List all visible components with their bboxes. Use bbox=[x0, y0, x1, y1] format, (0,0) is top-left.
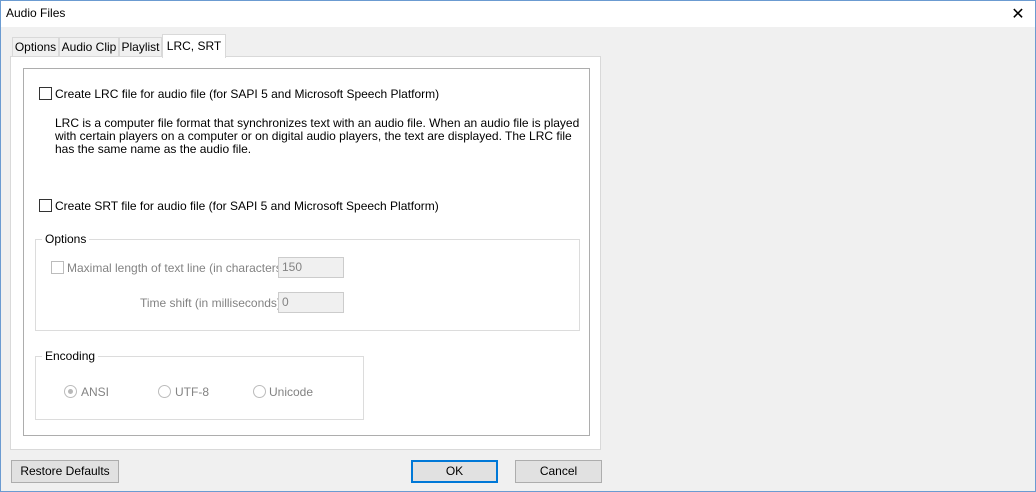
close-icon: ✕ bbox=[1011, 6, 1025, 23]
unicode-radio[interactable] bbox=[253, 385, 266, 398]
lrc-checkbox[interactable] bbox=[39, 87, 52, 100]
maxlen-input[interactable]: 150 bbox=[278, 257, 344, 278]
tab-lrc-srt[interactable]: LRC, SRT bbox=[162, 34, 226, 58]
maxlen-checkbox[interactable] bbox=[51, 261, 64, 274]
title-bar[interactable]: Audio Files ✕ bbox=[1, 1, 1035, 27]
settings-frame: Create LRC file for audio file (for SAPI… bbox=[23, 68, 590, 436]
cancel-button[interactable]: Cancel bbox=[515, 460, 602, 483]
encoding-group: Encoding ANSI UTF-8 Unicode bbox=[35, 349, 364, 420]
unicode-label: Unicode bbox=[269, 385, 314, 399]
tab-playlist[interactable]: Playlist bbox=[119, 37, 162, 57]
srt-checkbox[interactable] bbox=[39, 199, 52, 212]
restore-defaults-button[interactable]: Restore Defaults bbox=[11, 460, 119, 483]
lrc-srt-panel: Create LRC file for audio file (for SAPI… bbox=[10, 56, 601, 450]
timeshift-input[interactable]: 0 bbox=[278, 292, 344, 313]
options-group-title: Options bbox=[42, 232, 90, 246]
ok-button[interactable]: OK bbox=[411, 460, 498, 483]
lrc-description: LRC is a computer file format that synch… bbox=[55, 116, 580, 156]
encoding-group-title: Encoding bbox=[42, 349, 99, 363]
lrc-checkbox-label[interactable]: Create LRC file for audio file (for SAPI… bbox=[55, 87, 439, 101]
tab-audio-clip[interactable]: Audio Clip bbox=[59, 37, 119, 57]
ansi-radio[interactable] bbox=[64, 385, 77, 398]
utf8-label: UTF-8 bbox=[175, 385, 209, 399]
window-title: Audio Files bbox=[6, 6, 66, 20]
tab-options[interactable]: Options bbox=[12, 37, 59, 57]
audio-files-dialog: Audio Files ✕ Options Audio Clip Playlis… bbox=[0, 0, 1036, 492]
timeshift-label: Time shift (in milliseconds): bbox=[140, 296, 285, 310]
ansi-label: ANSI bbox=[81, 385, 110, 399]
maxlen-label: Maximal length of text line (in characte… bbox=[67, 261, 290, 275]
options-group: Options Maximal length of text line (in … bbox=[35, 232, 580, 331]
close-button[interactable]: ✕ bbox=[1007, 3, 1029, 25]
utf8-radio[interactable] bbox=[158, 385, 171, 398]
srt-checkbox-label[interactable]: Create SRT file for audio file (for SAPI… bbox=[55, 199, 439, 213]
